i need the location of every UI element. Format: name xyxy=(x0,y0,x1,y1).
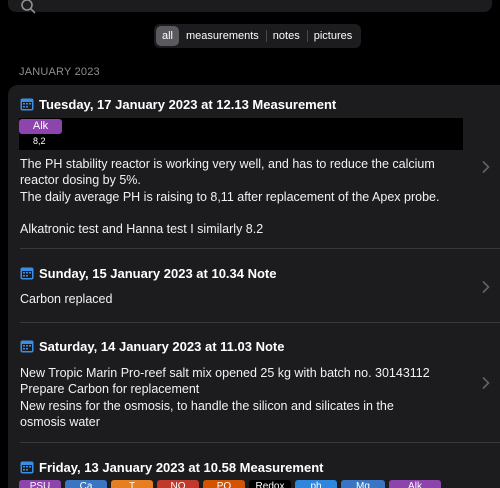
entries-list: Tuesday, 17 January 2023 at 12.13 Measur… xyxy=(8,85,500,488)
filter-notes[interactable]: notes xyxy=(265,26,307,46)
tag-redox: Redox xyxy=(249,480,291,488)
tag-ca: Ca xyxy=(65,480,107,488)
entry-line: New resins for the osmosis, to handle th… xyxy=(20,398,394,413)
filter-pictures[interactable]: pictures xyxy=(306,26,360,46)
chevron-right-icon[interactable] xyxy=(482,281,490,293)
calendar-icon xyxy=(20,461,34,474)
calendar-icon xyxy=(20,340,34,353)
entry-line: osmosis water xyxy=(20,414,100,429)
entry-title: Tuesday, 17 January 2023 at 12.13 Measur… xyxy=(20,95,500,113)
search-bar[interactable] xyxy=(8,0,492,14)
list-item-entry-1[interactable]: Tuesday, 17 January 2023 at 12.13 Measur… xyxy=(20,95,500,113)
entry-title-text: Saturday, 14 January 2023 at 11.03 Note xyxy=(39,338,285,354)
entry-title-text: Friday, 13 January 2023 at 10.58 Measure… xyxy=(39,459,324,475)
filter-segmented-control: all measurements notes pictures xyxy=(154,24,362,48)
section-header-month: JANUARY 2023 xyxy=(19,66,100,78)
entry-line: Alkatronic test and Hanna test I similar… xyxy=(20,222,264,237)
chevron-right-icon[interactable] xyxy=(482,377,490,389)
divider xyxy=(20,322,500,323)
tag-t: T xyxy=(111,480,153,488)
entry-title-text: Tuesday, 17 January 2023 at 12.13 Measur… xyxy=(39,96,337,112)
entry-line: Carbon replaced xyxy=(20,292,113,306)
entry-title-text: Sunday, 15 January 2023 at 10.34 Note xyxy=(39,265,277,281)
entry-line: The daily average PH is raising to 8,11 … xyxy=(20,189,440,204)
tag-ph: ph xyxy=(295,480,337,488)
entry-title: Friday, 13 January 2023 at 10.58 Measure… xyxy=(20,458,500,476)
entry-body: New Tropic Marin Pro-reef salt mix opene… xyxy=(20,365,500,430)
entry-title: Saturday, 14 January 2023 at 11.03 Note xyxy=(20,337,500,355)
list-item-entry-3[interactable]: Saturday, 14 January 2023 at 11.03 Note … xyxy=(20,337,500,430)
divider xyxy=(20,248,500,249)
list-item-entry-4[interactable]: Friday, 13 January 2023 at 10.58 Measure… xyxy=(20,458,500,476)
tag-alk: Alk xyxy=(19,119,62,134)
tag-psu: PSU xyxy=(19,480,61,488)
tag-po: PO xyxy=(203,480,245,488)
calendar-icon xyxy=(20,267,34,280)
measurement-tag-strip: Alk 8,2 xyxy=(19,118,463,150)
tag-mg: Mg xyxy=(341,480,385,488)
filter-measurements[interactable]: measurements xyxy=(179,26,266,46)
calendar-icon xyxy=(20,98,34,111)
divider xyxy=(20,442,500,443)
tag-alk-value: 8,2 xyxy=(33,136,46,146)
entry-body: Carbon replaced xyxy=(20,291,500,307)
list-item-entry-2[interactable]: Sunday, 15 January 2023 at 10.34 Note Ca… xyxy=(20,264,500,307)
measurement-tag-row: PSU Ca T NO PO Redox ph Mg Alk xyxy=(19,480,489,488)
entry-line: New Tropic Marin Pro-reef salt mix opene… xyxy=(20,366,430,380)
entry-title: Sunday, 15 January 2023 at 10.34 Note xyxy=(20,264,500,282)
tag-no: NO xyxy=(157,480,199,488)
filter-all[interactable]: all xyxy=(156,26,180,46)
entry-line: Prepare Carbon for replacement xyxy=(20,382,200,397)
search-icon xyxy=(21,0,36,14)
entry-body: The PH stability reactor is working very… xyxy=(20,156,500,237)
entry-line: The PH stability reactor is working very… xyxy=(20,157,435,171)
entry-line xyxy=(20,205,500,221)
chevron-right-icon[interactable] xyxy=(482,161,490,173)
entry-line: reactor dosing by 5%. xyxy=(20,173,141,188)
tag-alk: Alk xyxy=(389,480,441,488)
